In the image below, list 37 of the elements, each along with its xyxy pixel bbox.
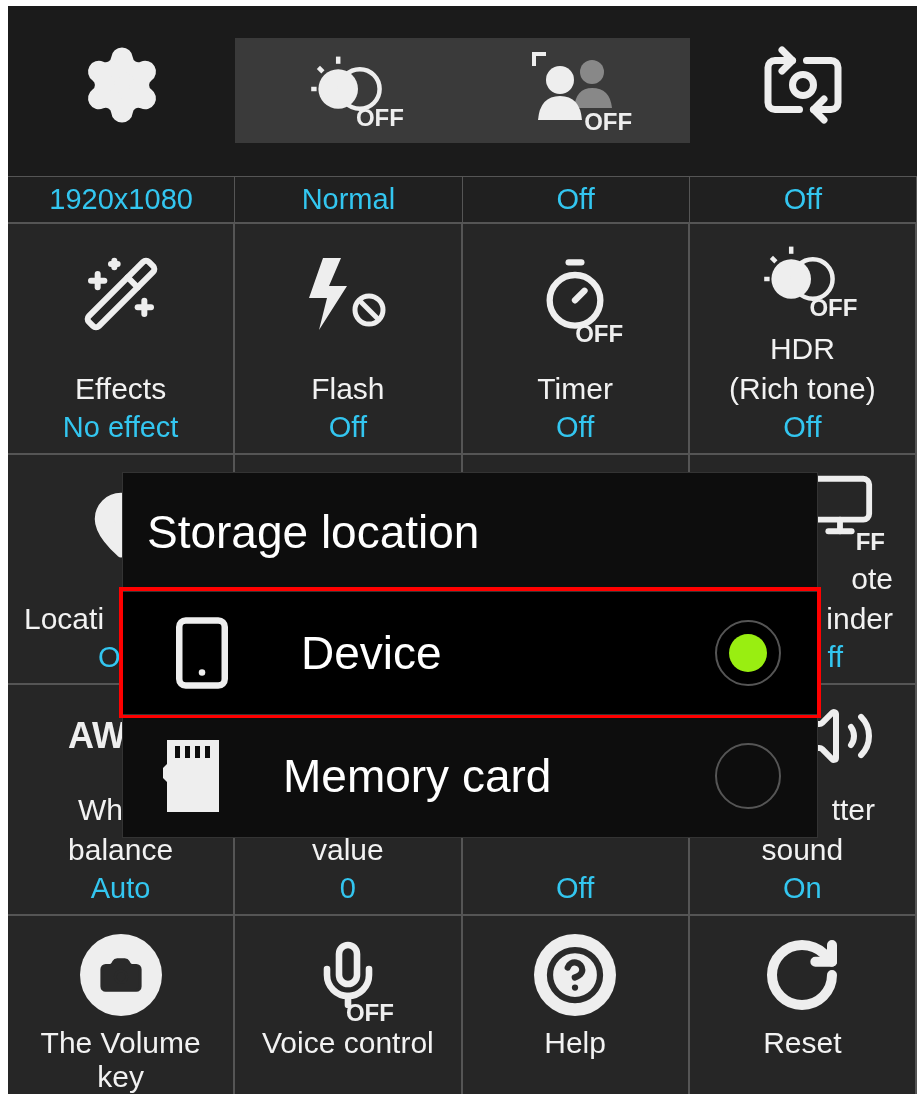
setting-label: (Rich tone) bbox=[729, 370, 876, 407]
setting-value: 1920x1080 bbox=[8, 176, 236, 222]
setting-value: Off bbox=[556, 409, 595, 445]
setting-value: Normal bbox=[235, 176, 463, 222]
off-label: FF bbox=[855, 529, 885, 554]
setting-value: Off bbox=[462, 176, 690, 222]
setting-label: Reset bbox=[763, 1026, 842, 1060]
setting-value: O bbox=[97, 640, 121, 676]
setting-label: key bbox=[97, 1060, 144, 1094]
off-label: OFF bbox=[575, 322, 624, 347]
dialog-title: Storage location bbox=[147, 505, 480, 559]
awb-label: AW bbox=[68, 717, 126, 754]
setting-value: Off bbox=[783, 409, 822, 445]
setting-value: Off bbox=[556, 871, 595, 906]
setting-label: Wh bbox=[77, 792, 123, 828]
off-label: OFF bbox=[809, 295, 858, 320]
setting-value: On bbox=[783, 871, 822, 906]
setting-label: Timer bbox=[537, 370, 613, 407]
setting-label: Help bbox=[544, 1026, 606, 1060]
setting-label: Flash bbox=[311, 370, 385, 407]
off-label: OFF bbox=[345, 1001, 394, 1025]
setting-value: Off bbox=[328, 409, 367, 445]
setting-label: Locati bbox=[23, 601, 105, 638]
setting-label: tter bbox=[831, 792, 876, 828]
off-label: OFF bbox=[584, 109, 633, 134]
setting-label: Effects bbox=[75, 370, 167, 407]
setting-label: ote bbox=[851, 561, 894, 598]
off-label: OFF bbox=[355, 106, 404, 131]
setting-label: Voice control bbox=[262, 1026, 434, 1060]
setting-value: 0 bbox=[339, 871, 356, 906]
setting-value: Off bbox=[689, 176, 917, 222]
setting-value: Auto bbox=[90, 871, 151, 906]
setting-label: HDR bbox=[769, 330, 835, 367]
setting-label: inder bbox=[826, 601, 894, 638]
setting-value: No effect bbox=[62, 409, 179, 445]
setting-label: The Volume bbox=[40, 1026, 201, 1060]
setting-value: ff bbox=[827, 640, 844, 676]
